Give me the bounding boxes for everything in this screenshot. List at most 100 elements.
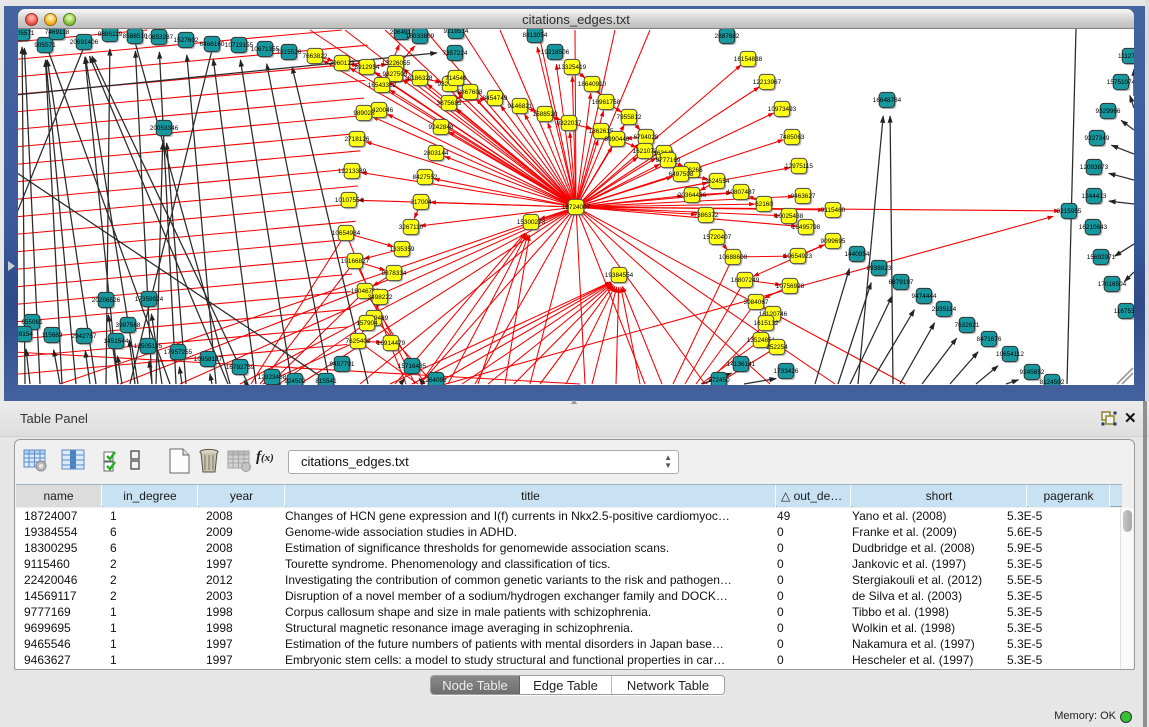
svg-text:10688609: 10688609	[719, 254, 748, 261]
svg-text:16543382: 16543382	[368, 82, 397, 89]
svg-text:3997568: 3997568	[116, 322, 141, 329]
svg-text:3084067: 3084067	[744, 299, 769, 306]
svg-text:7357224: 7357224	[443, 50, 468, 57]
svg-text:815541: 815541	[315, 378, 337, 385]
svg-text:20691406: 20691406	[70, 39, 99, 46]
svg-text:6497508: 6497508	[669, 171, 694, 178]
svg-text:39154: 39154	[18, 331, 33, 338]
svg-text:19654923: 19654923	[784, 253, 813, 260]
svg-text:3875685: 3875685	[437, 100, 462, 107]
svg-text:16961758: 16961758	[592, 99, 621, 106]
svg-text:9329966: 9329966	[1096, 108, 1121, 115]
svg-text:7469118: 7469118	[45, 29, 70, 36]
svg-text:12093873: 12093873	[1080, 164, 1109, 171]
svg-text:1527602: 1527602	[174, 37, 199, 44]
svg-text:19384554: 19384554	[605, 272, 634, 279]
svg-text:3498222: 3498222	[368, 294, 393, 301]
svg-text:7632621: 7632621	[955, 322, 980, 329]
svg-text:1733426: 1733426	[774, 368, 799, 375]
svg-text:7625402: 7625402	[346, 338, 371, 345]
svg-text:7386372: 7386372	[694, 212, 719, 219]
svg-text:15716485: 15716485	[398, 363, 427, 370]
svg-text:8454749: 8454749	[483, 95, 508, 102]
svg-text:6794028: 6794028	[634, 134, 659, 141]
svg-text:10807487: 10807487	[727, 189, 756, 196]
svg-text:989028: 989028	[353, 110, 375, 117]
svg-text:714546: 714546	[445, 75, 467, 82]
svg-text:10719155: 10719155	[225, 42, 254, 49]
svg-text:19218506: 19218506	[541, 49, 570, 56]
svg-text:8322037: 8322037	[557, 120, 582, 127]
svg-text:10671355: 10671355	[251, 46, 280, 53]
svg-text:7955812: 7955812	[617, 114, 642, 121]
svg-text:17359924: 17359924	[135, 296, 164, 303]
svg-text:62160: 62160	[755, 201, 773, 208]
svg-text:20053346: 20053346	[150, 125, 179, 132]
svg-text:15720407: 15720407	[703, 234, 732, 241]
svg-text:157904: 157904	[356, 320, 378, 327]
svg-text:1588520: 1588520	[533, 111, 558, 118]
svg-text:7515526: 7515526	[277, 49, 302, 56]
svg-text:12213967: 12213967	[753, 79, 782, 86]
svg-text:12505135: 12505135	[134, 343, 163, 350]
svg-text:3267110: 3267110	[399, 224, 424, 231]
svg-text:3960123: 3960123	[330, 60, 355, 67]
svg-text:972450: 972450	[708, 377, 730, 384]
svg-text:12975115: 12975115	[785, 163, 813, 170]
svg-text:1440954: 1440954	[845, 251, 870, 258]
svg-text:8215955: 8215955	[1057, 208, 1082, 215]
svg-text:1112733: 1112733	[1118, 53, 1134, 60]
svg-text:18724007: 18724007	[562, 204, 591, 211]
svg-text:7485063: 7485063	[780, 134, 805, 141]
svg-text:1405571: 1405571	[18, 30, 35, 37]
svg-text:2867608: 2867608	[458, 89, 483, 96]
svg-text:8186328: 8186328	[408, 75, 433, 82]
svg-text:9146821: 9146821	[508, 103, 533, 110]
svg-text:13325419: 13325419	[558, 64, 587, 71]
svg-text:8427552: 8427552	[413, 174, 438, 181]
svg-text:17016504: 17016504	[1098, 281, 1127, 288]
svg-text:1451544: 1451544	[104, 338, 129, 345]
svg-text:264092: 264092	[425, 377, 447, 384]
svg-text:16914479: 16914479	[377, 340, 406, 347]
svg-text:655061: 655061	[21, 319, 43, 326]
svg-text:9099695: 9099695	[821, 238, 846, 245]
svg-text:9474444: 9474444	[912, 293, 937, 300]
svg-text:9457791: 9457791	[330, 361, 355, 368]
svg-text:2718126: 2718126	[345, 136, 370, 143]
svg-text:905571: 905571	[34, 42, 56, 49]
svg-text:20206526: 20206526	[92, 297, 121, 304]
svg-text:3624554: 3624554	[705, 178, 730, 185]
svg-text:6879197: 6879197	[889, 279, 914, 286]
svg-text:16033809: 16033809	[406, 33, 435, 40]
svg-text:8938923: 8938923	[867, 265, 892, 272]
svg-text:8912954: 8912954	[355, 64, 380, 71]
svg-text:20364436: 20364436	[678, 192, 707, 199]
svg-text:10654112: 10654112	[996, 351, 1024, 358]
svg-text:10107554: 10107554	[335, 197, 364, 204]
svg-text:14136141: 14136141	[727, 361, 756, 368]
svg-text:9245652: 9245652	[1020, 369, 1045, 376]
svg-text:1167533: 1167533	[1114, 308, 1134, 315]
svg-text:924502: 924502	[284, 378, 306, 385]
svg-text:9115460: 9115460	[821, 207, 846, 214]
svg-text:6466160: 6466160	[200, 41, 225, 48]
svg-text:15692971: 15692971	[1087, 254, 1116, 261]
svg-text:2935114: 2935114	[932, 306, 957, 313]
svg-text:12213389: 12213389	[338, 168, 367, 175]
svg-text:12923468: 12923468	[258, 374, 287, 381]
svg-text:9227349: 9227349	[1085, 135, 1110, 142]
svg-text:2887682: 2887682	[715, 33, 740, 40]
svg-text:10756928: 10756928	[776, 283, 805, 290]
svg-text:17957255: 17957255	[164, 349, 193, 356]
svg-text:8878334: 8878334	[382, 270, 407, 277]
svg-text:10973493: 10973493	[768, 106, 797, 113]
svg-text:16210643: 16210643	[1079, 224, 1108, 231]
svg-text:1615132: 1615132	[754, 320, 779, 327]
svg-text:2803144: 2803144	[424, 150, 449, 157]
svg-text:252254: 252254	[766, 344, 788, 351]
svg-text:115689: 115689	[42, 332, 63, 339]
svg-text:8124502: 8124502	[1040, 379, 1065, 385]
svg-text:9886119: 9886119	[98, 31, 123, 38]
svg-text:8813054: 8813054	[523, 32, 548, 39]
